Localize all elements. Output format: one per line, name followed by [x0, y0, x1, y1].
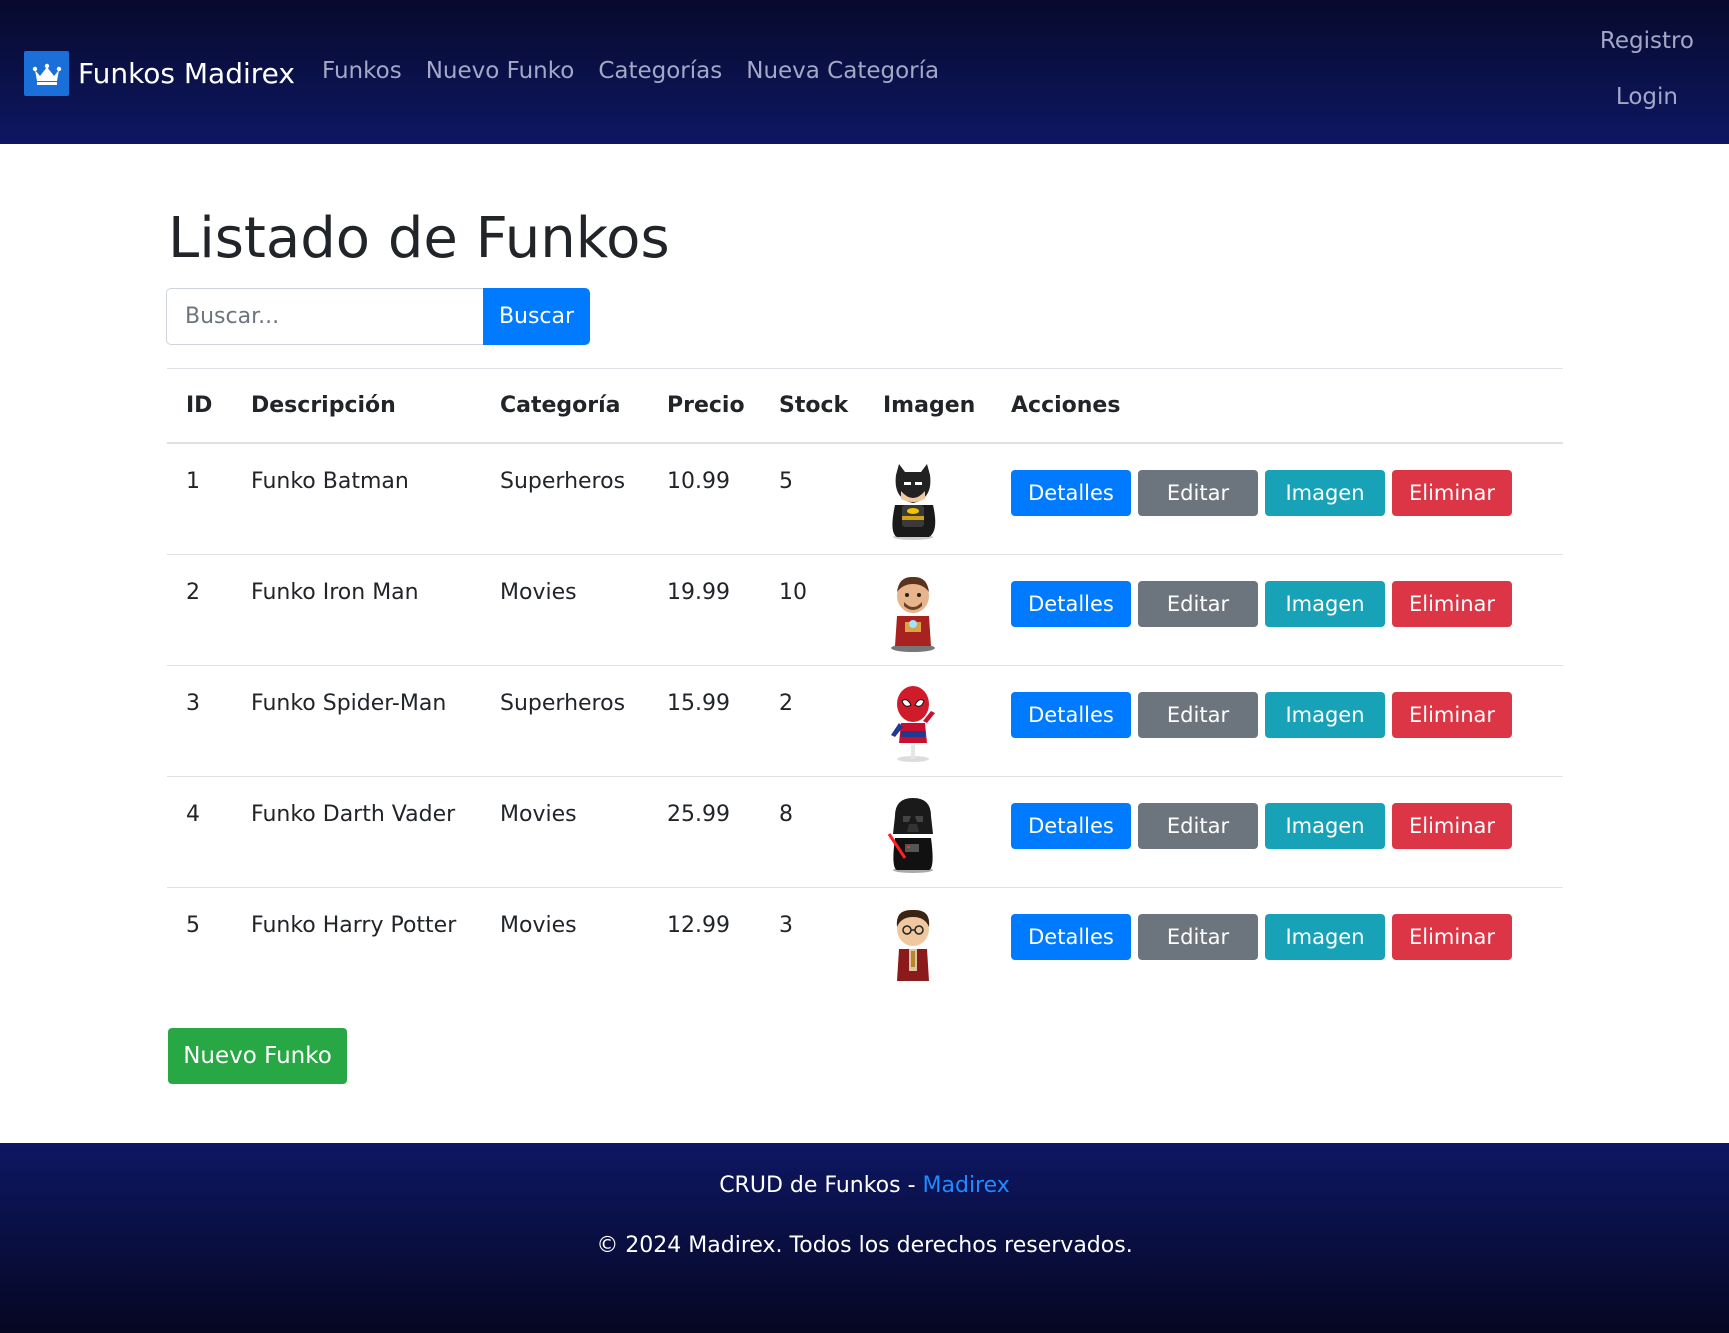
cell-id: 1	[186, 469, 200, 494]
cell-stock: 2	[760, 664, 864, 776]
nav-right: Registro Login	[1600, 28, 1694, 140]
image-button[interactable]: Imagen	[1265, 802, 1385, 849]
edit-button[interactable]: Editar	[1138, 691, 1258, 738]
cell-price: 12.99	[648, 886, 760, 998]
navbar: Funkos Madirex Funkos Nuevo Funko Catego…	[0, 0, 1729, 144]
cell-image	[864, 775, 992, 887]
cell-image	[864, 886, 992, 998]
crown-icon	[24, 51, 69, 96]
footer-copyright: © 2024 Madirex. Todos los derechos reser…	[596, 1233, 1133, 1258]
header-stock: Stock	[760, 368, 864, 444]
nav-link-categorias[interactable]: Categorías	[598, 58, 722, 84]
footer: CRUD de Funkos - Madirex © 2024 Madirex.…	[0, 1143, 1729, 1333]
edit-button[interactable]: Editar	[1138, 802, 1258, 849]
cell-description: Funko Batman	[251, 469, 409, 494]
header-descripcion: Descripción	[232, 368, 481, 444]
delete-button[interactable]: Eliminar	[1392, 691, 1512, 738]
cell-category: Superheros	[481, 664, 648, 776]
header-precio: Precio	[648, 368, 760, 444]
cell-price: 25.99	[648, 775, 760, 887]
table-row: 1 Funko Batman Superheros 10.99 5 Detall…	[167, 443, 1563, 554]
darth-vader-funko-image	[887, 797, 933, 873]
cell-price: 10.99	[667, 469, 730, 494]
header-id: ID	[167, 368, 232, 444]
edit-button[interactable]: Editar	[1138, 913, 1258, 960]
table-row: 3 Funko Spider-Man Superheros 15.99 2 De…	[167, 664, 1563, 776]
cell-description: Funko Darth Vader	[232, 775, 481, 887]
cell-stock: 8	[760, 775, 864, 887]
cell-category: Superheros	[500, 469, 626, 494]
image-button[interactable]: Imagen	[1265, 913, 1385, 960]
header-imagen: Imagen	[864, 368, 992, 444]
cell-id: 4	[167, 775, 232, 887]
cell-id: 3	[167, 664, 232, 776]
details-button[interactable]: Detalles	[1011, 691, 1131, 738]
new-funko-button[interactable]: Nuevo Funko	[168, 1028, 347, 1084]
funkos-table: ID Descripción Categoría Precio Stock Im…	[167, 368, 1563, 998]
edit-button[interactable]: Editar	[1138, 470, 1258, 516]
cell-image	[864, 664, 992, 776]
search-input[interactable]	[166, 288, 483, 345]
row-actions: Detalles Editar Imagen Eliminar	[1011, 580, 1563, 627]
cell-description: Funko Iron Man	[232, 553, 481, 665]
search-form: Buscar	[166, 288, 590, 345]
cell-stock: 5	[779, 469, 793, 494]
cell-id: 2	[167, 553, 232, 665]
nav-link-login[interactable]: Login	[1600, 84, 1694, 110]
cell-category: Movies	[481, 886, 648, 998]
cell-category: Movies	[481, 775, 648, 887]
image-button[interactable]: Imagen	[1265, 470, 1385, 516]
cell-id: 5	[167, 886, 232, 998]
delete-button[interactable]: Eliminar	[1392, 913, 1512, 960]
spider-man-funko-image	[891, 685, 935, 762]
cell-image	[864, 553, 992, 665]
nav-links: Funkos Nuevo Funko Categorías Nueva Cate…	[322, 58, 963, 84]
search-button[interactable]: Buscar	[483, 288, 590, 345]
footer-credits-text: CRUD de Funkos -	[719, 1173, 923, 1198]
image-button[interactable]: Imagen	[1265, 691, 1385, 738]
footer-credits: CRUD de Funkos - Madirex	[0, 1173, 1729, 1198]
table-row: 2 Funko Iron Man Movies 19.99 10 Detalle…	[167, 553, 1563, 665]
delete-button[interactable]: Eliminar	[1392, 470, 1512, 516]
iron-man-funko-image	[891, 576, 935, 652]
nav-link-nueva-categoria[interactable]: Nueva Categoría	[746, 58, 939, 84]
batman-funko-image	[892, 464, 936, 540]
row-actions: Detalles Editar Imagen Eliminar	[1011, 913, 1563, 960]
nav-link-funkos[interactable]: Funkos	[322, 58, 402, 84]
table-row: 4 Funko Darth Vader Movies 25.99 8 Detal…	[167, 775, 1563, 887]
harry-potter-funko-image	[896, 909, 930, 981]
header-acciones: Acciones	[992, 368, 1563, 444]
cell-stock: 3	[760, 886, 864, 998]
cell-stock: 10	[760, 553, 864, 665]
table-row: 5 Funko Harry Potter Movies 12.99 3 Deta…	[167, 886, 1563, 998]
details-button[interactable]: Detalles	[1011, 580, 1131, 627]
cell-price: 15.99	[648, 664, 760, 776]
edit-button[interactable]: Editar	[1138, 580, 1258, 627]
brand-name: Funkos Madirex	[78, 57, 295, 90]
image-button[interactable]: Imagen	[1265, 580, 1385, 627]
table-header-row: ID Descripción Categoría Precio Stock Im…	[167, 368, 1563, 444]
row-actions: Detalles Editar Imagen Eliminar	[1011, 469, 1563, 516]
page-title: Listado de Funkos	[168, 206, 670, 271]
navbar-brand[interactable]: Funkos Madirex	[24, 51, 295, 96]
details-button[interactable]: Detalles	[1011, 913, 1131, 960]
cell-category: Movies	[481, 553, 648, 665]
cell-description: Funko Harry Potter	[232, 886, 481, 998]
cell-description: Funko Spider-Man	[232, 664, 481, 776]
row-actions: Detalles Editar Imagen Eliminar	[1011, 691, 1563, 738]
cell-price: 19.99	[648, 553, 760, 665]
row-actions: Detalles Editar Imagen Eliminar	[1011, 802, 1563, 849]
details-button[interactable]: Detalles	[1011, 470, 1131, 516]
details-button[interactable]: Detalles	[1011, 802, 1131, 849]
cell-image	[864, 443, 992, 554]
nav-link-registro[interactable]: Registro	[1600, 28, 1694, 54]
header-categoria: Categoría	[481, 368, 648, 444]
footer-madirex-link[interactable]: Madirex	[923, 1173, 1010, 1198]
delete-button[interactable]: Eliminar	[1392, 580, 1512, 627]
delete-button[interactable]: Eliminar	[1392, 802, 1512, 849]
nav-link-nuevo-funko[interactable]: Nuevo Funko	[426, 58, 575, 84]
